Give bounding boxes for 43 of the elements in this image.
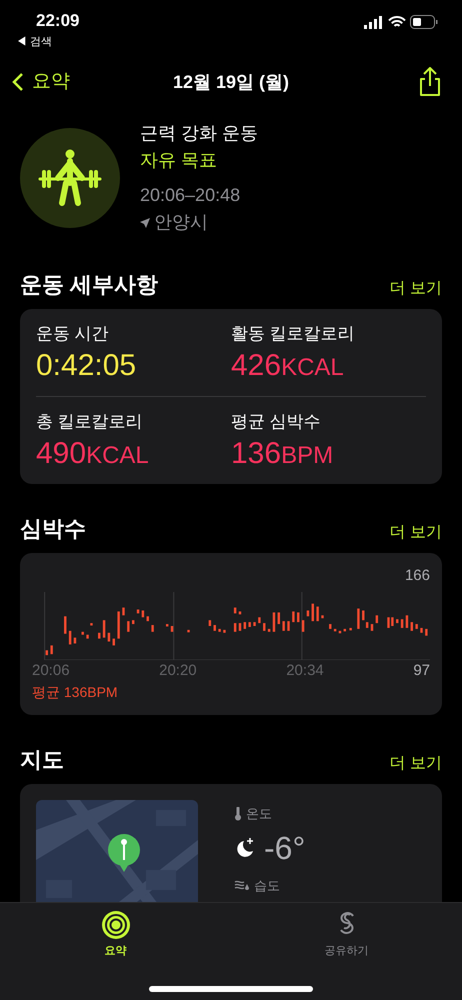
metric-label: 운동 시간 [36, 323, 110, 345]
temperature-label: 온도 [246, 805, 272, 823]
thermometer-icon [234, 806, 242, 821]
battery-icon [410, 15, 438, 29]
more-link[interactable]: 더 보기 [390, 752, 442, 776]
workout-location: 안양시 [154, 211, 208, 234]
temperature-value: -6° [264, 828, 306, 868]
tab[interactable]: 공유하기 [231, 903, 462, 960]
rings-icon [102, 911, 130, 939]
chevron-left-icon [12, 72, 24, 92]
metric-value: 136BPM [231, 436, 334, 472]
metric-label: 총 킬로칼로리 [36, 411, 144, 433]
humidity-label: 습도 [254, 876, 280, 894]
humidity-icon [234, 879, 250, 892]
more-link[interactable]: 더 보기 [390, 521, 442, 545]
status-time: 22:09 [36, 10, 80, 32]
metric-label: 활동 킬로칼로리 [231, 323, 356, 345]
section-title: 심박수 [20, 515, 86, 543]
weightlifting-icon [20, 128, 120, 228]
max-heart-rate: 166 [404, 566, 430, 586]
time-axis-label: 20:06 [32, 660, 71, 680]
time-axis-label: 20:34 [286, 660, 325, 680]
workout-time-range: 20:06–20:48 [140, 184, 242, 207]
section-title: 운동 세부사항 [20, 271, 158, 299]
back-to-app-link[interactable]: ◀ 검색 [16, 34, 80, 50]
tab[interactable]: 요약 [0, 903, 231, 960]
min-heart-rate: 97 [413, 660, 430, 680]
location-arrow-icon [140, 218, 150, 228]
time-axis-label: 20:20 [159, 660, 198, 680]
workout-goal: 자유 목표 [140, 149, 218, 172]
wifi-icon [388, 16, 406, 28]
back-button[interactable]: 요약 [12, 68, 122, 96]
page-title: 12월 19일 (월) [172, 70, 290, 94]
share-icon[interactable] [418, 67, 442, 97]
average-heart-rate: 평균 136BPM [32, 683, 119, 702]
metric-label: 평균 심박수 [231, 411, 322, 433]
metric-value: 0:42:05 [36, 348, 138, 384]
section-title: 지도 [20, 746, 64, 774]
metric-value: 426KCAL [231, 348, 345, 384]
more-link[interactable]: 더 보기 [390, 277, 442, 301]
signal-icon [364, 16, 384, 28]
workout-name: 근력 강화 운동 [140, 122, 258, 145]
metric-value: 490KCAL [36, 436, 150, 472]
